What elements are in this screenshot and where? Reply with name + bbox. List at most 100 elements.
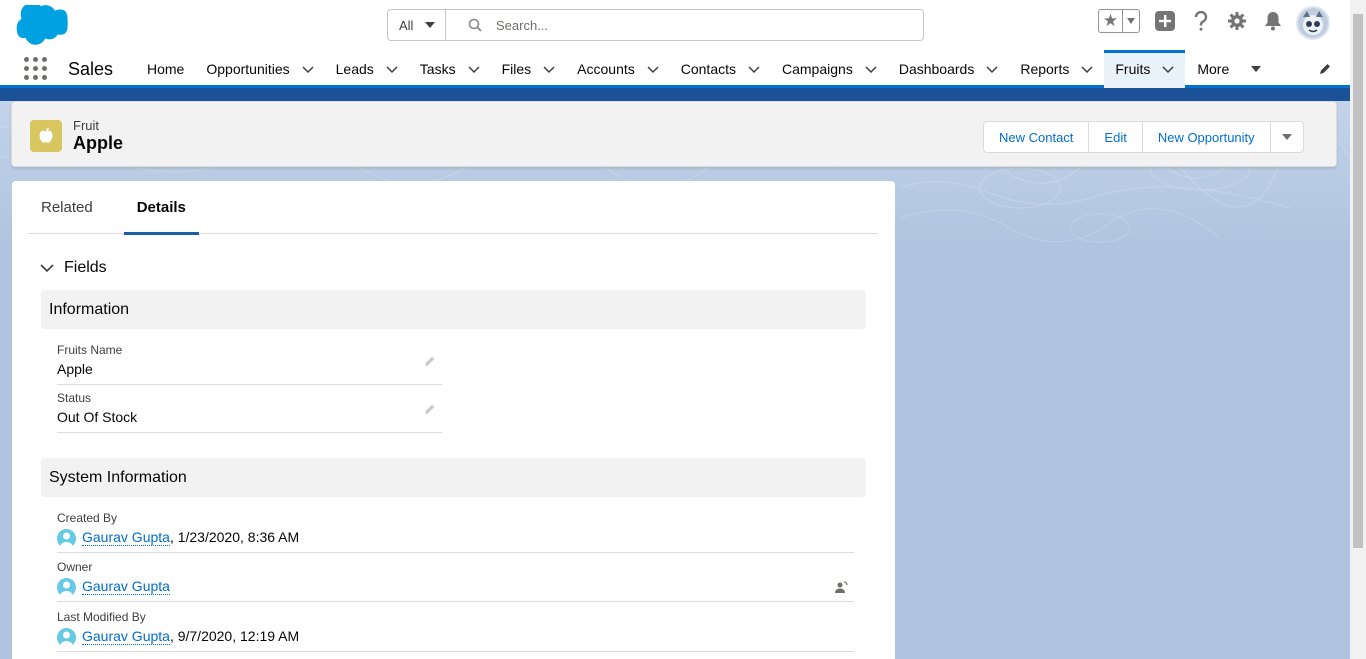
nav-item-fruits[interactable]: Fruits (1104, 50, 1186, 88)
nav-item-label: Accounts (577, 61, 635, 77)
setup-button[interactable] (1226, 10, 1248, 32)
nav-item-accounts[interactable]: Accounts (566, 50, 670, 88)
new-contact-button[interactable]: New Contact (984, 122, 1090, 152)
tab-related[interactable]: Related (28, 181, 106, 234)
chevron-down-icon[interactable] (543, 63, 555, 75)
chevron-down-icon[interactable] (647, 63, 659, 75)
created-by-date: , 1/23/2020, 8:36 AM (169, 529, 300, 545)
search-input[interactable] (496, 17, 876, 33)
field-value: Gaurav Gupta, 1/23/2020, 8:36 AM (57, 529, 854, 553)
nav-item-dashboards[interactable]: Dashboards (888, 50, 1010, 88)
chevron-down-icon (425, 22, 436, 28)
user-avatar-icon (57, 529, 76, 548)
field-label: Created By (57, 511, 118, 525)
caret-down-icon (1251, 66, 1262, 72)
favorites-menu-button[interactable] (1123, 18, 1139, 24)
section-title: System Information (49, 468, 187, 486)
chevron-down-icon[interactable] (468, 63, 480, 75)
fields-section-toggle[interactable]: Fields (40, 259, 107, 277)
chevron-down-icon[interactable] (1162, 63, 1174, 75)
edit-pencil-icon[interactable] (424, 355, 436, 367)
nav-item-label: Files (501, 61, 532, 77)
more-actions-button[interactable] (1271, 122, 1303, 152)
nav-item-contacts[interactable]: Contacts (670, 50, 771, 88)
user-avatar-icon (57, 578, 76, 597)
nav-item-tasks[interactable]: Tasks (409, 50, 491, 88)
add-icon (1155, 11, 1175, 31)
field-last-modified-by: Last Modified By Gaurav Gupta, 9/7/2020,… (57, 610, 854, 652)
chevron-down-icon[interactable] (386, 63, 398, 75)
nav-item-leads[interactable]: Leads (325, 50, 409, 88)
field-value: Out Of Stock (57, 404, 442, 433)
modified-by-user-link[interactable]: Gaurav Gupta (82, 628, 170, 645)
record-object-type: Fruit (73, 118, 99, 133)
field-label: Last Modified By (57, 610, 146, 624)
chevron-down-icon[interactable] (748, 63, 760, 75)
chevron-down-icon[interactable] (1081, 63, 1093, 75)
apple-icon (39, 127, 53, 143)
app-launcher-icon[interactable] (24, 57, 48, 81)
nav-item-campaigns[interactable]: Campaigns (771, 50, 888, 88)
notifications-button[interactable] (1262, 10, 1284, 32)
edit-button[interactable]: Edit (1089, 122, 1143, 152)
star-icon[interactable]: ★ (1099, 10, 1123, 32)
owner-user-link[interactable]: Gaurav Gupta (82, 578, 170, 595)
field-created-by: Created By Gaurav Gupta, 1/23/2020, 8:36… (57, 511, 854, 553)
global-search: All (387, 9, 924, 41)
search-scope-label: All (399, 17, 414, 33)
app-name: Sales (68, 59, 114, 79)
nav-item-opportunities[interactable]: Opportunities (195, 50, 324, 88)
record-tabs: Related Details (28, 181, 878, 235)
fields-toggle-label: Fields (64, 259, 107, 276)
nav-item-home[interactable]: Home (136, 50, 195, 88)
chevron-down-icon[interactable] (302, 63, 314, 75)
modified-by-date: , 9/7/2020, 12:19 AM (169, 628, 300, 644)
record-title: Apple (73, 133, 124, 153)
nav-item-label: Home (147, 61, 185, 77)
caret-down-icon (1281, 134, 1292, 140)
nav-item-reports[interactable]: Reports (1009, 50, 1104, 88)
section-title: Information (49, 300, 130, 318)
chevron-down-icon (40, 264, 54, 273)
salesforce-logo[interactable] (15, 5, 75, 45)
nav-item-label: Leads (335, 61, 374, 77)
search-box (446, 10, 923, 40)
chevron-down-icon (1127, 18, 1135, 24)
chevron-down-icon[interactable] (865, 63, 877, 75)
fruits-name-value: Apple (57, 361, 93, 377)
user-avatar[interactable] (1296, 6, 1330, 40)
system-information-section-header[interactable]: System Information (41, 458, 866, 497)
astro-avatar-icon (1303, 11, 1323, 35)
information-section-header[interactable]: Information (41, 290, 866, 329)
field-label: Owner (57, 560, 93, 574)
field-value: Gaurav Gupta (57, 578, 854, 602)
nav-item-label: Campaigns (782, 61, 853, 77)
chevron-down-icon[interactable] (986, 63, 998, 75)
new-opportunity-button[interactable]: New Opportunity (1143, 122, 1271, 152)
scrollbar-thumb[interactable] (1353, 14, 1363, 548)
edit-pencil-icon[interactable] (424, 403, 436, 415)
edit-nav-pencil-icon[interactable] (1318, 62, 1332, 76)
user-avatar-icon (57, 628, 76, 647)
global-header: All ★ (0, 0, 1350, 50)
global-actions-button[interactable] (1154, 10, 1176, 32)
field-owner: Owner Gaurav Gupta (57, 560, 854, 602)
nav-items: Home Opportunities Leads Tasks Files Acc… (136, 50, 1273, 88)
search-scope-dropdown[interactable]: All (388, 10, 446, 40)
record-highlights-panel: Fruit Apple New Contact Edit New Opportu… (11, 101, 1337, 167)
nav-item-label: Opportunities (206, 61, 290, 77)
created-by-user-link[interactable]: Gaurav Gupta (82, 529, 170, 546)
change-owner-icon[interactable] (834, 580, 848, 594)
app-navigation-bar: Sales Home Opportunities Leads Tasks Fil… (0, 50, 1350, 88)
nav-more-menu[interactable]: More (1185, 50, 1273, 88)
fruit-apple-icon (30, 120, 62, 152)
field-label: Status (57, 391, 92, 405)
field-label: Fruits Name (57, 343, 123, 357)
nav-item-label: Dashboards (898, 61, 975, 77)
tab-details[interactable]: Details (123, 181, 200, 235)
nav-item-files[interactable]: Files (491, 50, 567, 88)
favorites-button[interactable]: ★ (1098, 9, 1140, 33)
page-scrollbar[interactable] (1350, 0, 1366, 659)
search-icon (468, 18, 482, 32)
help-button[interactable] (1190, 10, 1212, 32)
